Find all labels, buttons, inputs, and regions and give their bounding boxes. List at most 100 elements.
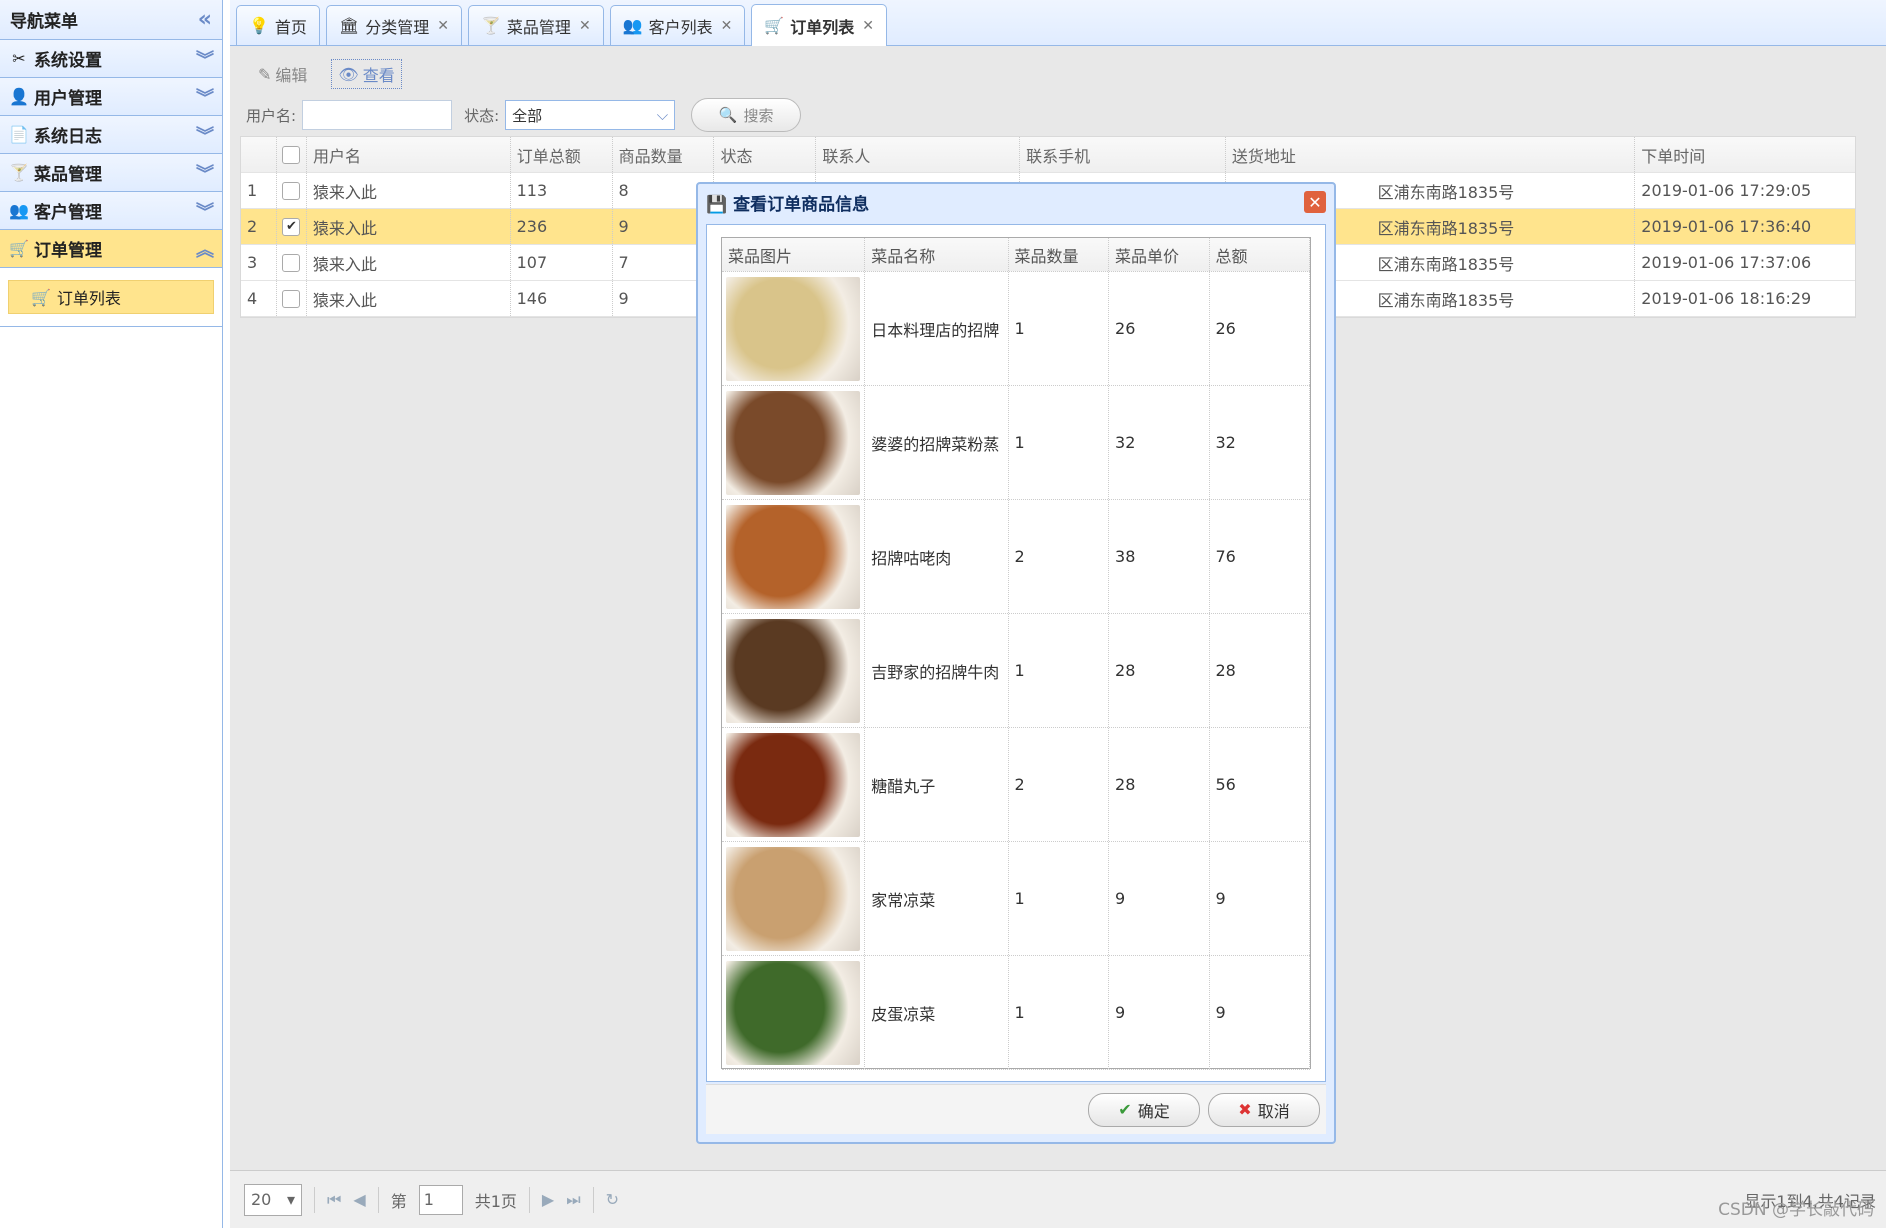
cell-photo: [722, 956, 866, 1069]
close-tab-icon[interactable]: ✕: [579, 18, 591, 34]
users-icon: 👥: [622, 16, 643, 35]
collapse-icon: ︽: [196, 239, 214, 261]
edit-button[interactable]: ✎ 编辑: [252, 60, 313, 88]
log-icon: 📄: [9, 125, 29, 144]
view-label: 查看: [362, 66, 395, 85]
cell-dish-total: 9: [1210, 842, 1310, 955]
expand-icon: ︾: [196, 163, 214, 185]
sidebar-item-label: 菜品管理: [34, 165, 102, 185]
cell-dish-total: 76: [1210, 500, 1310, 613]
row-check-cell: [277, 281, 307, 316]
cancel-button[interactable]: ✖ 取消: [1208, 1092, 1320, 1127]
ok-label: 确定: [1137, 1101, 1170, 1121]
cancel-label: 取消: [1257, 1101, 1290, 1121]
cell-username: 猿来入此: [307, 209, 511, 244]
row-checkbox[interactable]: [282, 289, 301, 308]
row-checkbox[interactable]: [282, 253, 301, 272]
cell-time: 2019-01-06 17:29:05: [1641, 181, 1812, 200]
cell-photo: [722, 500, 866, 613]
order-item-row[interactable]: 日本料理店的招牌 1 26 26: [722, 272, 1310, 386]
page-number-input[interactable]: 1: [418, 1184, 463, 1215]
order-item-row[interactable]: 吉野家的招牌牛肉 1 28 28: [722, 614, 1310, 728]
view-button[interactable]: 👁 查看: [331, 59, 402, 89]
sidebar-item-customer-management[interactable]: 👥 客户管理 ︾: [0, 192, 222, 230]
sidebar-subitem-order-list[interactable]: 🛒 订单列表: [8, 280, 214, 314]
sidebar-item-dish-management[interactable]: 🍸 菜品管理 ︾: [0, 154, 222, 192]
cell-dish-total: 26: [1210, 272, 1310, 385]
column-header[interactable]: 状态: [714, 137, 817, 172]
chevron-down-icon: ⌵: [656, 106, 669, 124]
select-all-cell: [277, 137, 307, 172]
sidebar-item-user-management[interactable]: 👤 用户管理 ︾: [0, 78, 222, 116]
tab-dish-management[interactable]: 🍸 菜品管理 ✕: [468, 5, 604, 45]
cell-dish-price: 28: [1109, 728, 1210, 841]
sidebar-item-system-log[interactable]: 📄 系统日志 ︾: [0, 116, 222, 154]
column-header[interactable]: 用户名: [307, 137, 511, 172]
grid-header: 用户名 订单总额 商品数量 状态 联系人 联系手机 送货地址 下单时间: [241, 137, 1855, 173]
column-header[interactable]: 下单时间: [1635, 137, 1855, 172]
cell-total: 146: [511, 281, 613, 316]
column-header: 总额: [1210, 238, 1311, 271]
cell-dish-price: 28: [1109, 614, 1210, 727]
dialog-header: 💾 查看订单商品信息 ✕: [698, 184, 1334, 220]
status-select[interactable]: 全部 ⌵: [505, 100, 676, 130]
row-number-header: [241, 137, 277, 172]
row-checkbox[interactable]: ✔: [282, 217, 301, 236]
first-page-icon[interactable]: ⏮: [327, 1190, 341, 1210]
column-header[interactable]: 联系手机: [1020, 137, 1226, 172]
order-item-row[interactable]: 招牌咕咾肉 2 38 76: [722, 500, 1310, 614]
close-tab-icon[interactable]: ✕: [437, 18, 449, 34]
sidebar-item-order-management[interactable]: 🛒 订单管理 ︽: [0, 230, 222, 268]
last-page-icon[interactable]: ⏭: [566, 1190, 580, 1210]
expand-icon: ︾: [196, 201, 214, 223]
cell-dish-total: 9: [1210, 956, 1310, 1069]
order-item-row[interactable]: 家常凉菜 1 9 9: [722, 842, 1310, 956]
collapse-sidebar-icon[interactable]: «: [198, 7, 212, 32]
expand-icon: ︾: [196, 49, 214, 71]
cell-dish-name: 皮蛋凉菜: [865, 956, 1009, 1069]
username-input[interactable]: [302, 100, 453, 130]
search-button[interactable]: 🔍 搜索: [691, 98, 802, 132]
search-icon: 🔍: [718, 106, 738, 124]
column-header[interactable]: 联系人: [816, 137, 1021, 172]
next-page-icon[interactable]: ▶: [542, 1190, 554, 1209]
edit-label: 编辑: [275, 66, 308, 85]
cell-dish-total: 32: [1210, 386, 1310, 499]
column-header[interactable]: 订单总额: [511, 137, 613, 172]
tab-customer-list[interactable]: 👥 客户列表 ✕: [609, 5, 746, 45]
column-header[interactable]: 商品数量: [613, 137, 715, 172]
order-items-dialog: 💾 查看订单商品信息 ✕ 菜品图片 菜品名称 菜品数量 菜品单价 总额 日本料理…: [696, 182, 1336, 1144]
order-item-row[interactable]: 糖醋丸子 2 28 56: [722, 728, 1310, 842]
cart-icon: 🛒: [764, 16, 785, 35]
expand-icon: ︾: [196, 125, 214, 147]
tab-order-list[interactable]: 🛒 订单列表 ✕: [751, 4, 888, 46]
row-number: 4: [241, 281, 277, 316]
page-size-select[interactable]: 20 ▾: [244, 1183, 302, 1216]
close-tab-icon[interactable]: ✕: [721, 18, 733, 34]
page-number-value: 1: [423, 1190, 434, 1209]
tab-bar: 💡 首页 🏛 分类管理 ✕ 🍸 菜品管理 ✕ 👥 客户列表 ✕ 🛒 订单列表 ✕: [230, 0, 1886, 46]
page-total: 共1页: [474, 1191, 517, 1211]
ok-button[interactable]: ✔ 确定: [1088, 1092, 1200, 1127]
refresh-icon[interactable]: ↻: [606, 1190, 619, 1209]
row-checkbox[interactable]: [282, 181, 301, 200]
cart-icon: 🛒: [9, 239, 29, 258]
category-icon: 🏛: [338, 16, 360, 35]
cell-username: 猿来入此: [307, 281, 511, 316]
select-all-checkbox[interactable]: [282, 145, 301, 164]
sidebar-item-system-settings[interactable]: ✂ 系统设置 ︾: [0, 40, 222, 78]
dialog-body: 菜品图片 菜品名称 菜品数量 菜品单价 总额 日本料理店的招牌 1 26 26 婆婆的招…: [706, 224, 1326, 1082]
cell-photo: [722, 386, 866, 499]
close-tab-icon[interactable]: ✕: [862, 18, 874, 34]
sidebar-item-label: 客户管理: [34, 203, 102, 223]
column-header[interactable]: 送货地址: [1226, 137, 1636, 172]
order-item-row[interactable]: 皮蛋凉菜 1 9 9: [722, 956, 1310, 1070]
tab-home[interactable]: 💡 首页: [236, 5, 320, 45]
order-item-row[interactable]: 婆婆的招牌菜粉蒸 1 32 32: [722, 386, 1310, 500]
cell-total: 236: [511, 209, 613, 244]
tab-category-management[interactable]: 🏛 分类管理 ✕: [325, 5, 462, 45]
cell-dish-name: 糖醋丸子: [865, 728, 1009, 841]
prev-page-icon[interactable]: ◀: [353, 1190, 365, 1209]
close-icon[interactable]: ✕: [1304, 191, 1326, 213]
tools-icon: ✂: [12, 49, 26, 68]
